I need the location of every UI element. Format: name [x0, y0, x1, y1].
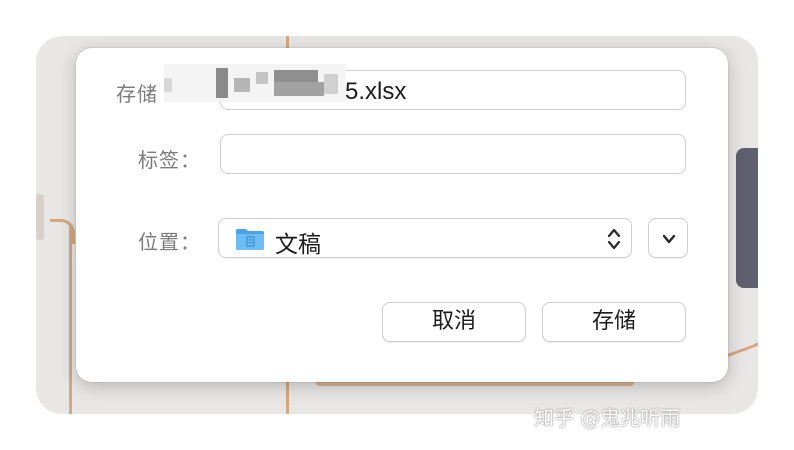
redaction-block — [216, 68, 228, 98]
redaction-block — [234, 78, 250, 92]
save-button[interactable]: 存储 — [542, 302, 686, 342]
redaction-block — [164, 78, 172, 92]
redaction-block — [274, 70, 318, 82]
tags-input[interactable] — [220, 134, 686, 174]
chevron-down-icon — [662, 234, 676, 244]
tags-label: 标签： — [138, 148, 201, 172]
redacted-filename — [164, 64, 346, 102]
connector-line — [69, 226, 72, 414]
redaction-block — [274, 82, 324, 96]
save-as-label: 存储 — [116, 82, 158, 106]
background-node — [36, 194, 44, 240]
connector-corner — [50, 219, 75, 244]
redaction-block — [256, 72, 268, 84]
location-popup[interactable]: 文稿 — [218, 218, 632, 258]
background-side-panel — [736, 148, 758, 288]
folder-icon — [236, 229, 264, 250]
redaction-block — [324, 74, 338, 94]
filename-value: 5.xlsx — [345, 78, 407, 105]
screen: 存储 5.xlsx 标签： 位置： 文稿 取消 存储 知乎 @鬼兆听雨 — [0, 0, 794, 450]
expand-dialog-button[interactable] — [648, 218, 688, 258]
location-value: 文稿 — [275, 232, 321, 258]
watermark: 知乎 @鬼兆听雨 — [534, 406, 681, 430]
location-label: 位置： — [138, 230, 201, 254]
up-down-arrows-icon — [607, 228, 621, 250]
cancel-button[interactable]: 取消 — [382, 302, 526, 342]
save-dialog: 存储 5.xlsx 标签： 位置： 文稿 取消 存储 — [76, 48, 728, 382]
